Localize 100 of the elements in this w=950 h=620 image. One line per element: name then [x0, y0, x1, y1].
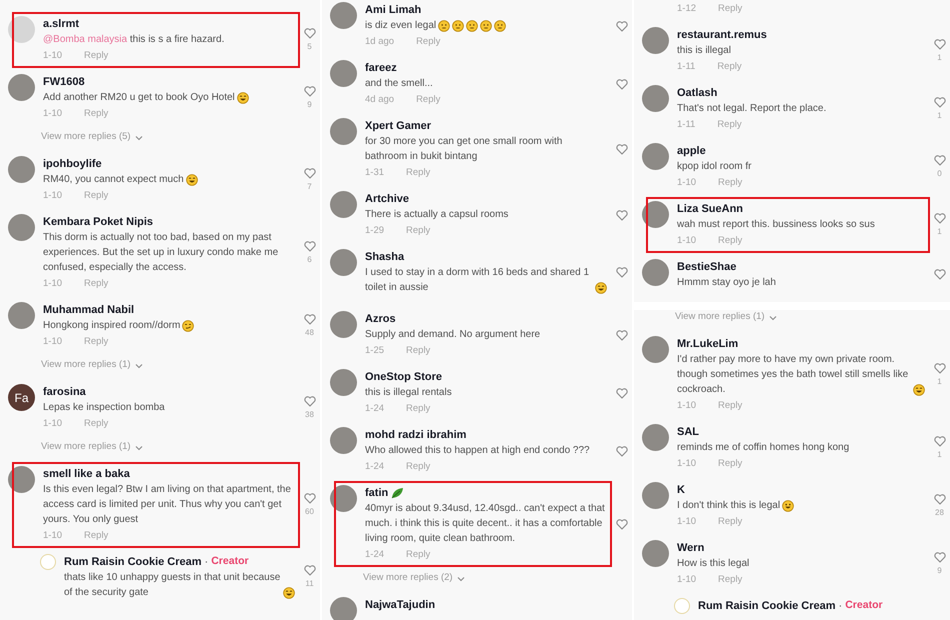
user-name[interactable]: farosina	[43, 384, 86, 400]
reply-link[interactable]: Reply	[717, 60, 742, 75]
reply-link[interactable]: Reply	[406, 402, 430, 417]
comment-text: is diz even legal	[365, 20, 436, 31]
user-name[interactable]: K	[677, 482, 685, 498]
avatar-photo	[642, 85, 669, 112]
comment-date: 1-31	[365, 166, 384, 180]
reply-link[interactable]: Reply	[718, 457, 742, 472]
avatar-photo	[330, 597, 357, 620]
reply-link[interactable]: Reply	[84, 49, 108, 64]
like-count: 9	[307, 98, 312, 110]
reply-link[interactable]: Reply	[84, 189, 108, 204]
avatar	[40, 554, 56, 570]
reply-link[interactable]: Reply	[406, 548, 430, 563]
user-name[interactable]: Wern	[677, 540, 704, 556]
avatar-photo	[8, 74, 35, 101]
chevron-down-icon	[134, 134, 143, 140]
comment-text: and the smell...	[365, 78, 433, 89]
like-count: 9	[937, 564, 942, 576]
user-name[interactable]: Shasha	[365, 248, 404, 266]
comment-date: 1-10	[43, 417, 62, 432]
user-name[interactable]: Oatlash	[677, 84, 718, 102]
user-name[interactable]: mohd radzi ibrahim	[365, 426, 466, 444]
grinning-emoji-icon	[782, 500, 794, 512]
user-name[interactable]: Ami Limah	[365, 2, 422, 18]
comment-date: 1-10	[677, 573, 696, 588]
comment-text: How is this legal	[677, 558, 750, 569]
reply-link[interactable]: Reply	[718, 399, 742, 414]
reply-link[interactable]: Reply	[84, 335, 108, 350]
user-name[interactable]: Liza SueAnn	[677, 200, 744, 218]
comment-date: 1-11	[677, 60, 696, 74]
user-name[interactable]: Muhammad Nabil	[43, 302, 134, 318]
user-name[interactable]: Xpert Gamer	[365, 118, 432, 134]
reply-link[interactable]: Reply	[406, 224, 430, 239]
user-name[interactable]: Artchive	[365, 190, 410, 208]
reply-link[interactable]: Reply	[718, 234, 742, 249]
reply-link[interactable]: Reply	[84, 417, 108, 432]
view-replies-link[interactable]: View more replies (1)	[675, 310, 777, 325]
avatar: Fa	[8, 384, 35, 411]
laughing-emoji-icon	[283, 587, 295, 599]
reply-link[interactable]: Reply	[717, 118, 742, 133]
user-name[interactable]: smell like a baka	[43, 466, 130, 482]
smirking-emoji-icon	[182, 320, 194, 332]
user-name[interactable]: SAL	[677, 424, 699, 440]
user-name[interactable]: NajwaTajudin	[365, 596, 436, 614]
comment-text: Hmmm stay oyo je lah	[677, 277, 776, 288]
user-name[interactable]: FW1608	[43, 74, 85, 90]
user-name[interactable]: restaurant.remus	[677, 26, 767, 44]
reply-link[interactable]: Reply	[416, 93, 440, 108]
reply-link[interactable]: Reply	[416, 35, 440, 50]
laughing-emoji-icon	[186, 174, 198, 186]
view-replies-link[interactable]: View more replies (1)	[41, 440, 143, 455]
reply-link[interactable]: Reply	[718, 515, 742, 530]
comment-text: Add another RM20 u get to book Oyo Hotel	[43, 92, 235, 103]
mention-link[interactable]: @Bomba malaysia	[43, 34, 128, 45]
like-count: 0	[937, 168, 942, 180]
user-name[interactable]: Mr.LukeLim	[677, 336, 738, 352]
user-name[interactable]: a.slrmt	[43, 16, 80, 32]
reply-link[interactable]: Reply	[84, 277, 108, 292]
reply-link[interactable]: Reply	[84, 107, 108, 122]
user-name[interactable]: BestieShae	[677, 258, 736, 276]
user-name[interactable]: ipohboylife	[43, 156, 102, 172]
user-name[interactable]: fatin	[365, 484, 388, 502]
user-name[interactable]: fareez	[365, 60, 397, 76]
reply-link[interactable]: Reply	[718, 176, 742, 191]
reply-link[interactable]: Reply	[406, 166, 430, 181]
reply-link[interactable]: Reply	[406, 460, 430, 475]
laughing-emoji-icon	[913, 384, 925, 396]
user-name[interactable]: OneStop Store	[365, 368, 442, 386]
view-replies-link[interactable]: View more replies (1)	[41, 358, 143, 373]
reply-link[interactable]: Reply	[718, 573, 742, 588]
like-count: 1	[937, 448, 942, 460]
reply-link[interactable]: Reply	[84, 529, 108, 544]
user-name[interactable]: Kembara Poket Nipis	[43, 214, 154, 230]
user-name[interactable]: apple	[677, 142, 706, 160]
avatar-photo	[642, 27, 669, 54]
comment-text: Hongkong inspired room//dorm	[43, 320, 180, 331]
user-name[interactable]: Azros	[365, 310, 396, 328]
avatar-photo	[642, 143, 669, 170]
view-replies-link[interactable]: View more replies (5)	[41, 130, 143, 145]
neutral-emoji-icon	[438, 20, 450, 32]
reply-link[interactable]: Reply	[406, 344, 430, 359]
separator: ·	[838, 598, 842, 614]
comment-text: I'd rather pay more to have my own private room. though sometimes yes the bath towel still smells like cockroach.	[677, 354, 908, 395]
avatar-photo	[642, 482, 669, 509]
comment-date: 1-10	[43, 335, 62, 350]
user-name[interactable]: Rum Raisin Cookie Cream	[64, 554, 202, 570]
avatar-photo	[8, 302, 35, 329]
view-replies-link[interactable]: View more replies (2)	[363, 571, 465, 586]
avatar	[674, 598, 690, 614]
comment-text: thats like 10 unhappy guests in that unit because of the security gate	[64, 572, 280, 598]
avatar-photo	[8, 466, 35, 493]
reply-link[interactable]: Reply	[718, 2, 742, 17]
creator-label: Creator	[845, 598, 883, 614]
chevron-down-icon	[768, 314, 777, 320]
user-name[interactable]: Rum Raisin Cookie Cream	[698, 598, 836, 614]
chevron-down-icon	[456, 576, 465, 582]
comment-date: 1-10	[43, 277, 62, 292]
comment-date: 1-10	[43, 49, 62, 64]
separator: ·	[204, 554, 208, 570]
